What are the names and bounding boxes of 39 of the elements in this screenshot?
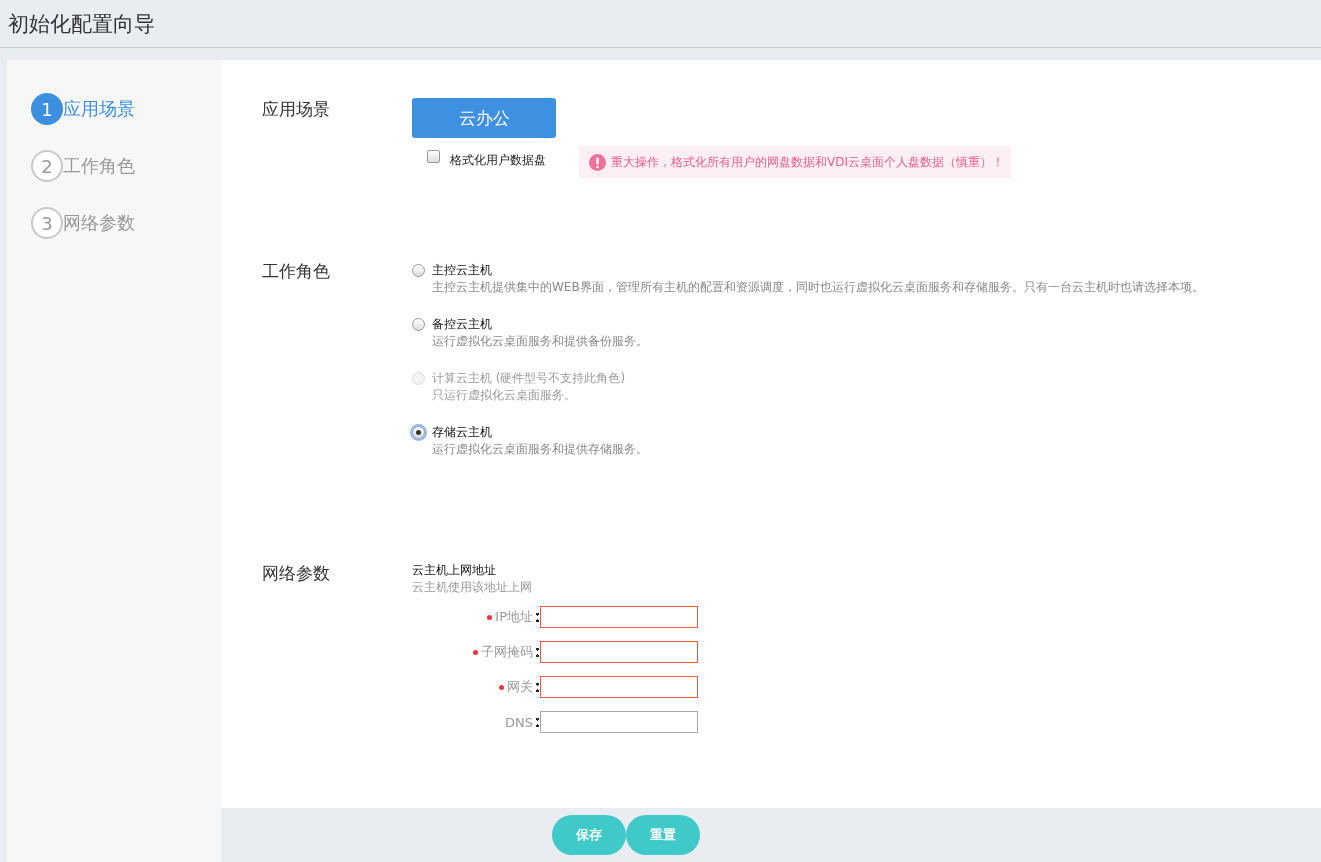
role-description: 运行虚拟化云桌面服务和提供备份服务。 [432, 333, 648, 350]
field-label: DNS [505, 714, 533, 730]
radio-label: 备控云主机 [432, 316, 492, 333]
radio-button[interactable] [412, 426, 425, 439]
radio-label: 存储云主机 [432, 424, 492, 441]
colon-mark [536, 647, 539, 657]
checkbox[interactable] [427, 150, 440, 163]
section-heading: 应用场景 [262, 98, 331, 121]
field-label: 子网掩码 [481, 643, 533, 661]
radio-label: 计算云主机 (硬件型号不支持此角色) [432, 370, 626, 387]
input-field[interactable] [540, 641, 698, 663]
role-description: 主控云主机提供集中的WEB界面，管理所有主机的配置和资源调度，同时也运行虚拟化云桌面服务和存储服务。只有一台云主机时也请选择本项。 [432, 279, 1204, 296]
warning-text: 重大操作，格式化所有用户的网盘数据和VDI云桌面个人盘数据（慎重）！ [611, 153, 1004, 171]
section-heading: 工作角色 [262, 260, 331, 283]
colon-mark [536, 682, 539, 692]
colon-mark [536, 612, 539, 622]
role-description: 只运行虚拟化云桌面服务。 [432, 387, 577, 404]
input-field[interactable] [540, 711, 698, 733]
group-title: 云主机上网地址 [412, 562, 496, 579]
checkbox-label: 格式化用户数据盘 [450, 152, 546, 169]
section-heading: 网络参数 [262, 562, 331, 585]
scenario-button[interactable]: 云办公 [412, 98, 556, 138]
radio-button[interactable] [412, 264, 425, 277]
step-item[interactable]: 2 工作角色 [31, 150, 135, 182]
radio-button[interactable] [412, 318, 425, 331]
step-item[interactable]: 1 应用场景 [31, 93, 135, 125]
role-description: 运行虚拟化云桌面服务和提供存储服务。 [432, 441, 648, 458]
field-label: 网关 [507, 678, 533, 696]
footer-button[interactable]: 重置 [626, 815, 700, 855]
radio-label: 主控云主机 [432, 262, 492, 279]
step-item[interactable]: 3 网络参数 [31, 207, 135, 239]
input-field[interactable] [540, 676, 698, 698]
page-title: 初始化配置向导 [8, 10, 155, 38]
group-subtitle: 云主机使用该地址上网 [412, 579, 532, 596]
colon-mark [536, 717, 539, 727]
input-field[interactable] [540, 606, 698, 628]
footer-button[interactable]: 保存 [552, 815, 626, 855]
field-label: IP地址 [495, 608, 533, 626]
exclamation-icon [589, 153, 606, 171]
